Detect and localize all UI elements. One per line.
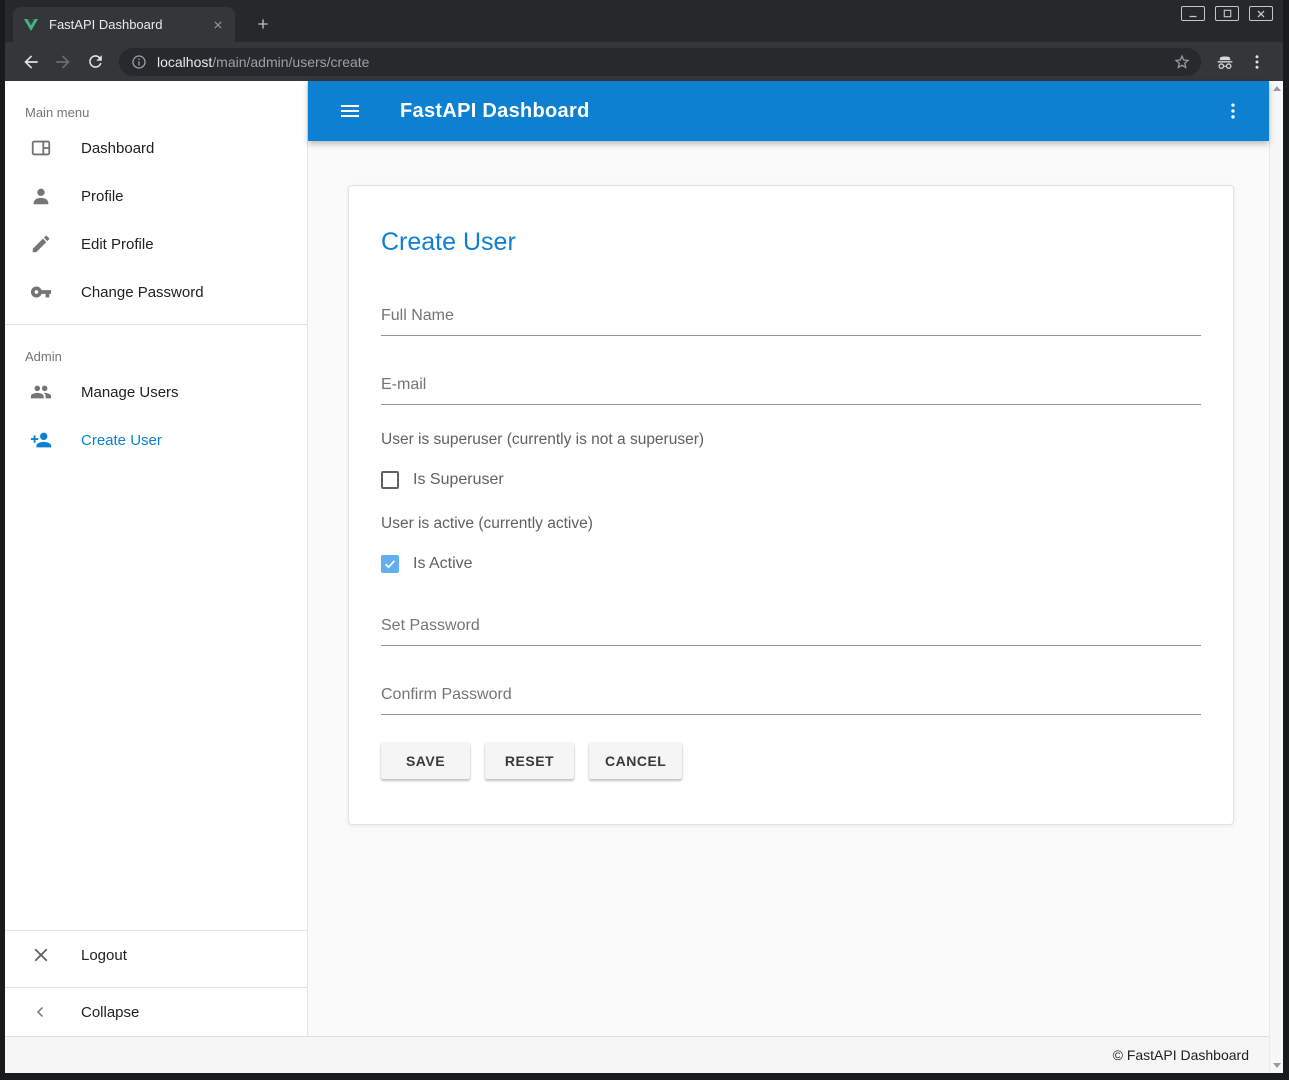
chevron-left-icon	[29, 1000, 53, 1024]
scrollbar-down-icon[interactable]	[1273, 1063, 1281, 1068]
confirm-password-input[interactable]	[381, 682, 1201, 715]
address-bar[interactable]: localhost/main/admin/users/create	[119, 48, 1201, 76]
key-icon	[29, 280, 53, 304]
sidebar: Main menu Dashboard Profile	[5, 81, 308, 1036]
bookmark-star-icon[interactable]	[1173, 53, 1191, 71]
sidebar-item-change-password[interactable]: Change Password	[5, 268, 307, 316]
vertical-scrollbar[interactable]	[1269, 81, 1283, 1073]
footer-text: © FastAPI Dashboard	[1113, 1047, 1249, 1063]
full-name-input[interactable]	[381, 303, 1201, 336]
sidebar-item-create-user[interactable]: Create User	[5, 416, 307, 464]
close-window-button[interactable]	[1249, 6, 1273, 21]
set-password-input[interactable]	[381, 613, 1201, 646]
sidebar-item-label: Profile	[81, 188, 124, 205]
main-content: Create User User is superuser (currently…	[308, 141, 1269, 1036]
person-icon	[29, 184, 53, 208]
reload-button[interactable]	[81, 48, 109, 76]
person-add-icon	[29, 428, 53, 452]
sidebar-item-label: Create User	[81, 432, 162, 449]
sidebar-item-label: Collapse	[81, 1004, 139, 1021]
close-icon	[29, 943, 53, 967]
sidebar-section-label: Admin	[5, 325, 307, 368]
sidebar-item-label: Manage Users	[81, 384, 179, 401]
sidebar-section-label: Main menu	[5, 81, 307, 124]
browser-toolbar: localhost/main/admin/users/create	[5, 42, 1283, 81]
scrollbar-up-icon[interactable]	[1273, 86, 1281, 91]
pencil-icon	[29, 232, 53, 256]
url-host: localhost	[157, 54, 212, 70]
superuser-checkbox-row: Is Superuser	[381, 471, 1201, 489]
window-controls	[1181, 6, 1273, 21]
page-footer: © FastAPI Dashboard	[5, 1036, 1269, 1073]
active-checkbox-row: Is Active	[381, 555, 1201, 573]
site-info-icon[interactable]	[131, 54, 147, 70]
app-bar: FastAPI Dashboard	[308, 81, 1269, 141]
active-checkbox-label: Is Active	[413, 555, 473, 573]
sidebar-item-profile[interactable]: Profile	[5, 172, 307, 220]
sidebar-item-label: Edit Profile	[81, 236, 154, 253]
superuser-checkbox-label: Is Superuser	[413, 471, 504, 489]
new-tab-button[interactable]	[249, 10, 277, 38]
active-note: User is active (currently active)	[381, 515, 1201, 533]
tab-close-icon[interactable]	[209, 16, 227, 34]
sidebar-item-logout[interactable]: Logout	[5, 931, 307, 979]
create-user-card: Create User User is superuser (currently…	[348, 185, 1234, 825]
sidebar-item-label: Change Password	[81, 284, 204, 301]
minimize-button[interactable]	[1181, 6, 1205, 21]
sidebar-item-edit-profile[interactable]: Edit Profile	[5, 220, 307, 268]
reset-button[interactable]: RESET	[485, 743, 574, 779]
cancel-button[interactable]: CANCEL	[589, 743, 682, 779]
maximize-button[interactable]	[1215, 6, 1239, 21]
sidebar-item-label: Dashboard	[81, 140, 154, 157]
superuser-note: User is superuser (currently is not a su…	[381, 431, 1201, 449]
url-text: localhost/main/admin/users/create	[157, 54, 1173, 70]
incognito-icon	[1211, 48, 1239, 76]
card-title: Create User	[381, 228, 1201, 257]
sidebar-item-collapse[interactable]: Collapse	[5, 988, 307, 1036]
browser-tab[interactable]: FastAPI Dashboard	[13, 7, 235, 42]
back-button[interactable]	[17, 48, 45, 76]
group-icon	[29, 380, 53, 404]
sidebar-spacer	[5, 464, 307, 922]
vue-favicon-icon	[23, 17, 39, 33]
tab-bar: FastAPI Dashboard	[5, 0, 1283, 42]
dashboard-icon	[29, 136, 53, 160]
appbar-title: FastAPI Dashboard	[400, 100, 590, 123]
email-input[interactable]	[381, 372, 1201, 405]
is-superuser-checkbox[interactable]	[381, 471, 399, 489]
forward-button[interactable]	[49, 48, 77, 76]
form-buttons: SAVE RESET CANCEL	[381, 743, 1201, 779]
save-button[interactable]: SAVE	[381, 743, 470, 779]
is-active-checkbox[interactable]	[381, 555, 399, 573]
hamburger-menu-icon[interactable]	[332, 93, 368, 129]
tab-title: FastAPI Dashboard	[49, 17, 209, 32]
browser-menu-icon[interactable]	[1243, 48, 1271, 76]
sidebar-item-label: Logout	[81, 947, 127, 964]
appbar-menu-icon[interactable]	[1215, 93, 1251, 129]
url-path: /main/admin/users/create	[212, 54, 369, 70]
browser-window: FastAPI Dashboard	[0, 0, 1289, 1080]
sidebar-item-dashboard[interactable]: Dashboard	[5, 124, 307, 172]
sidebar-item-manage-users[interactable]: Manage Users	[5, 368, 307, 416]
